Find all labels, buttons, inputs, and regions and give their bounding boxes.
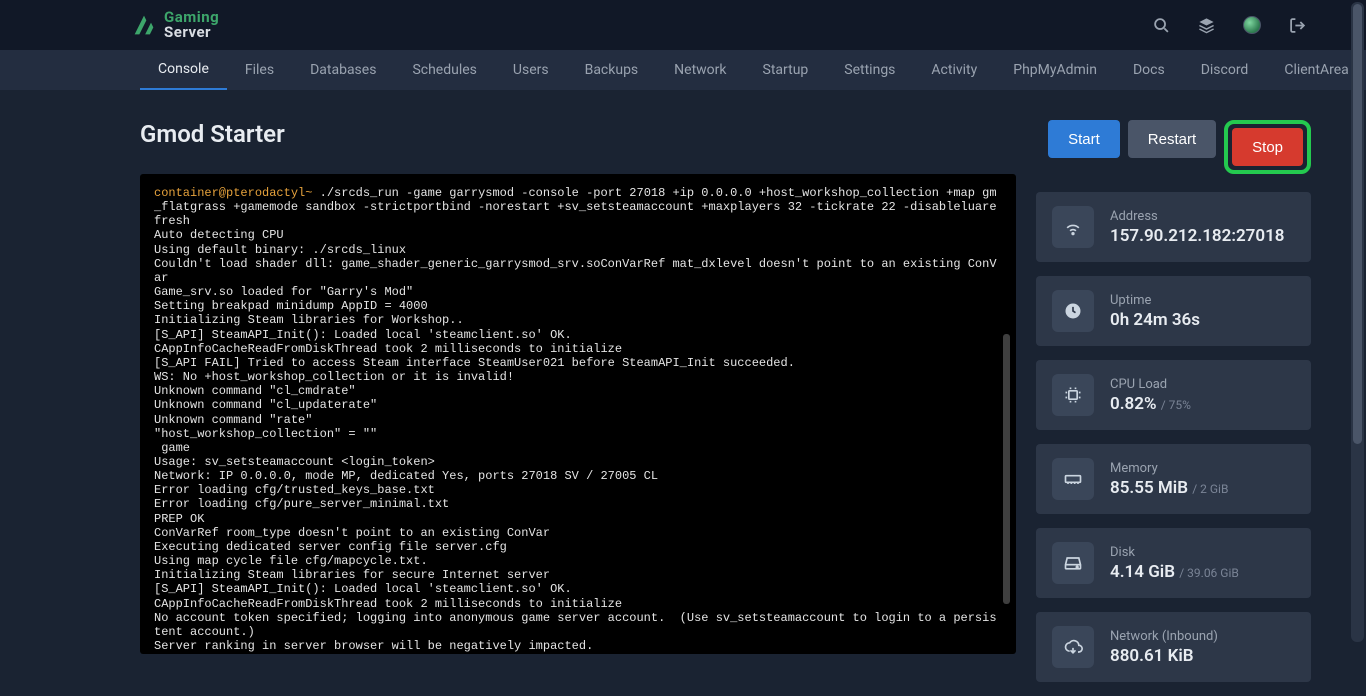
nav-console[interactable]: Console: [140, 50, 227, 90]
cpu-icon: [1052, 374, 1094, 416]
navbar: ConsoleFilesDatabasesSchedulesUsersBacku…: [0, 50, 1366, 90]
uptime-value: 0h 24m 36s: [1110, 310, 1200, 330]
memory-icon: [1052, 458, 1094, 500]
clock-icon: [1052, 290, 1094, 332]
net-in-value: 880.61 KiB: [1110, 646, 1218, 666]
right-column: Start Restart Stop Address 157.90.212.18…: [1036, 120, 1311, 696]
console-output[interactable]: container@pterodactyl~ ./srcds_run -game…: [140, 174, 1016, 654]
nav-databases[interactable]: Databases: [292, 50, 394, 90]
topbar: Gaming Server: [0, 0, 1366, 50]
logout-icon[interactable]: [1289, 17, 1306, 34]
stat-address: Address 157.90.212.182:27018: [1036, 192, 1311, 262]
address-value: 157.90.212.182:27018: [1110, 226, 1285, 246]
nav-settings[interactable]: Settings: [826, 50, 913, 90]
nav-users[interactable]: Users: [495, 50, 567, 90]
nav-startup[interactable]: Startup: [745, 50, 827, 90]
nav-network[interactable]: Network: [656, 50, 744, 90]
nav-backups[interactable]: Backups: [567, 50, 657, 90]
cpu-value: 0.82% / 75%: [1110, 394, 1191, 414]
left-column: Gmod Starter container@pterodactyl~ ./sr…: [140, 120, 1016, 696]
stat-disk: Disk 4.14 GiB / 39.06 GiB: [1036, 528, 1311, 598]
nav-files[interactable]: Files: [227, 50, 292, 90]
nav-activity[interactable]: Activity: [913, 50, 995, 90]
uptime-label: Uptime: [1110, 293, 1200, 308]
console-scrollbar[interactable]: [1003, 334, 1010, 604]
nav-discord[interactable]: Discord: [1183, 50, 1267, 90]
disk-value: 4.14 GiB / 39.06 GiB: [1110, 562, 1239, 582]
globe-icon[interactable]: [1243, 16, 1261, 34]
disk-icon: [1052, 542, 1094, 584]
power-buttons: Start Restart Stop: [1036, 120, 1311, 174]
restart-button[interactable]: Restart: [1128, 120, 1216, 158]
main-content: Gmod Starter container@pterodactyl~ ./sr…: [0, 90, 1366, 696]
brand-line2: Server: [164, 25, 219, 40]
brand-logo[interactable]: Gaming Server: [130, 10, 219, 40]
wifi-icon: [1052, 206, 1094, 248]
disk-label: Disk: [1110, 545, 1239, 560]
nav-docs[interactable]: Docs: [1115, 50, 1183, 90]
nav-schedules[interactable]: Schedules: [394, 50, 494, 90]
memory-label: Memory: [1110, 461, 1228, 476]
layers-icon[interactable]: [1198, 17, 1215, 34]
page-title: Gmod Starter: [140, 120, 1016, 148]
stat-network-inbound: Network (Inbound) 880.61 KiB: [1036, 612, 1311, 682]
download-cloud-icon: [1052, 626, 1094, 668]
nav-phpmyadmin[interactable]: PhpMyAdmin: [995, 50, 1115, 90]
cpu-label: CPU Load: [1110, 377, 1191, 392]
page-scrollbar-thumb[interactable]: [1353, 4, 1362, 444]
page-scrollbar[interactable]: [1351, 2, 1364, 642]
stat-memory: Memory 85.55 MiB / 2 GiB: [1036, 444, 1311, 514]
stat-uptime: Uptime 0h 24m 36s: [1036, 276, 1311, 346]
address-label: Address: [1110, 209, 1285, 224]
stop-highlight-ring: Stop: [1224, 120, 1311, 174]
topbar-actions: [1153, 16, 1346, 34]
console-text: container@pterodactyl~ ./srcds_run -game…: [154, 186, 1002, 654]
logo-icon: [130, 11, 158, 39]
memory-value: 85.55 MiB / 2 GiB: [1110, 478, 1228, 498]
net-in-label: Network (Inbound): [1110, 629, 1218, 644]
search-icon[interactable]: [1153, 17, 1170, 34]
stop-button[interactable]: Stop: [1232, 128, 1303, 166]
stat-cpu: CPU Load 0.82% / 75%: [1036, 360, 1311, 430]
start-button[interactable]: Start: [1048, 120, 1120, 158]
